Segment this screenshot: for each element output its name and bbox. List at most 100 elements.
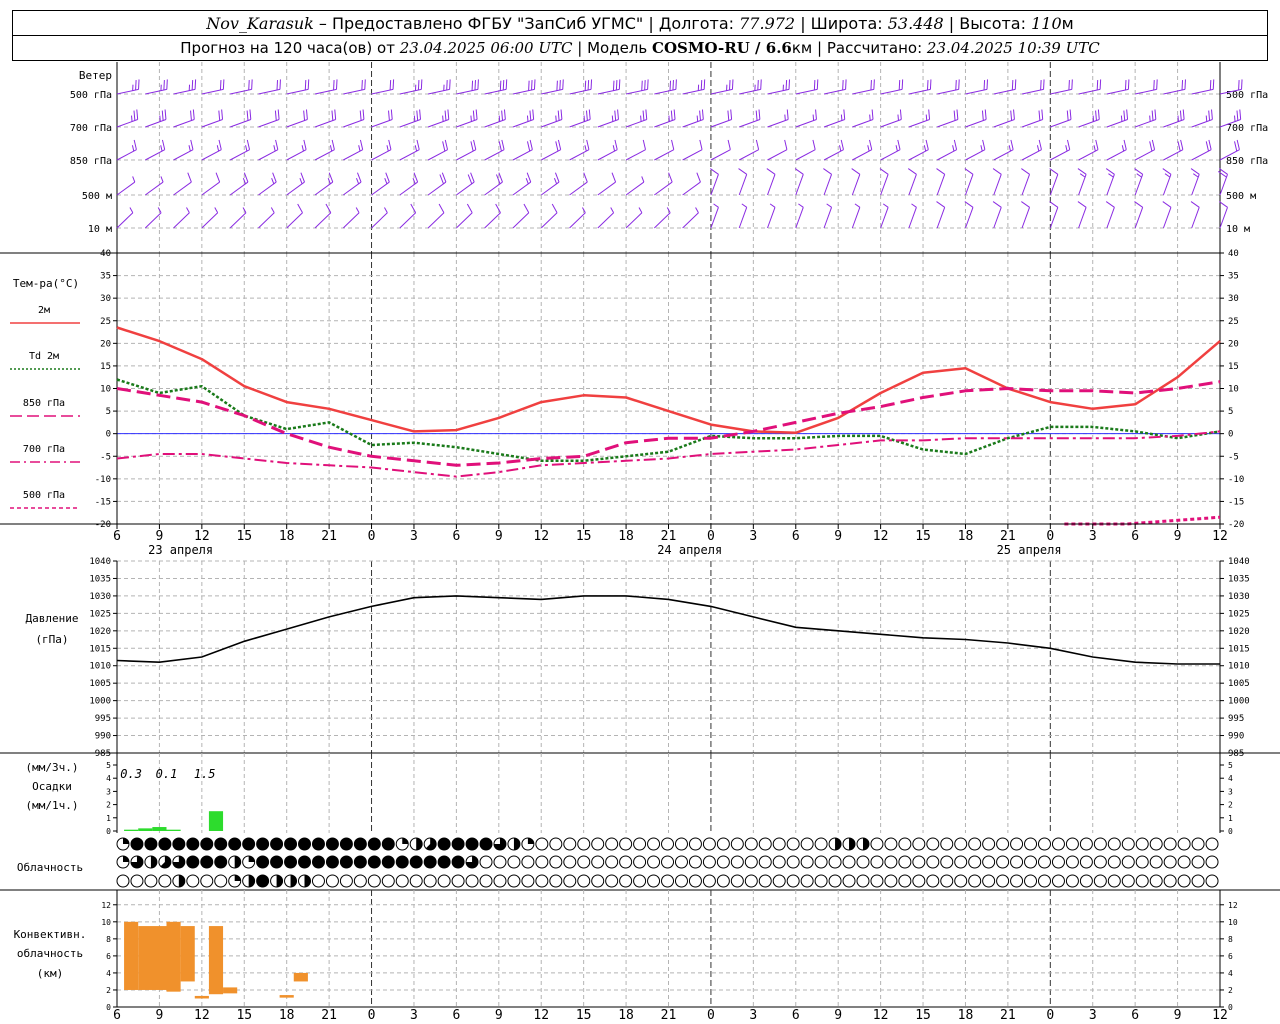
barb-flag <box>870 80 872 91</box>
cloud-fill <box>214 838 227 850</box>
barb-flag <box>1095 110 1097 121</box>
wind-barb <box>116 207 134 229</box>
barb-flag <box>272 172 277 183</box>
wind-barb <box>739 109 761 128</box>
barb-shaft <box>993 174 1002 196</box>
cloud-symbol <box>311 874 325 888</box>
barb-shaft <box>1021 149 1042 161</box>
barb-flag <box>1071 79 1073 90</box>
x-hour-label: 15 <box>915 529 931 544</box>
barb-flag <box>1238 80 1240 91</box>
barb-shaft <box>795 174 804 196</box>
y-tick-label-right: 30 <box>1228 294 1239 304</box>
barb-flag <box>588 109 591 120</box>
cloud-circle <box>884 837 898 851</box>
x-hour-label: 12 <box>1212 529 1228 544</box>
wind-barb <box>258 79 281 95</box>
cloud-circle <box>661 874 675 888</box>
cloud-symbol <box>311 855 325 869</box>
wind-barb <box>343 109 365 128</box>
cloud-symbol <box>1065 874 1079 888</box>
cloud-fill <box>354 856 367 868</box>
cloud-circle <box>479 855 493 869</box>
barb-flag <box>1156 79 1158 90</box>
cloud-symbol <box>130 874 144 888</box>
cloud-circle <box>130 874 144 888</box>
barb-flag <box>1241 79 1243 90</box>
cloud-symbol <box>926 874 940 888</box>
barb-shaft <box>512 88 535 95</box>
barb-flag <box>854 203 861 208</box>
barb-shaft <box>880 174 889 196</box>
cloud-symbol <box>968 837 982 851</box>
barb-flag <box>131 145 135 152</box>
cloud-symbol <box>772 837 786 851</box>
barb-shaft <box>229 149 250 161</box>
cloud-symbol <box>884 855 898 869</box>
wind-barb <box>964 168 974 196</box>
barb-flag <box>642 110 645 121</box>
wind-barb <box>173 172 192 196</box>
barb-shaft <box>710 149 731 161</box>
barb-flag <box>873 79 875 90</box>
barb-flag <box>385 172 390 183</box>
barb-flag <box>1021 201 1030 208</box>
barb-flag <box>274 110 277 121</box>
barb-shaft <box>767 88 790 95</box>
barb-flag <box>215 172 221 183</box>
wind-barb <box>569 79 593 95</box>
wind-barb <box>1134 168 1144 196</box>
x-hour-label-bottom: 6 <box>113 1008 121 1023</box>
barb-shaft <box>936 149 957 161</box>
wind-barb <box>965 139 986 161</box>
barb-flag <box>135 80 137 91</box>
cloud-circle <box>702 837 716 851</box>
wind-barb <box>229 139 251 161</box>
barb-flag <box>392 79 395 90</box>
temp-series-line <box>1064 515 1221 526</box>
barb-flag <box>331 139 335 150</box>
convective-bar <box>279 995 294 998</box>
barb-flag <box>187 172 192 183</box>
cloud-circle <box>1010 874 1024 888</box>
barb-flag <box>384 207 388 213</box>
cloud-symbol <box>898 874 912 888</box>
wind-barb <box>371 139 392 161</box>
barb-flag <box>670 110 673 121</box>
wind-barb <box>597 79 621 95</box>
barb-flag <box>816 79 819 90</box>
barb-flag <box>926 80 929 91</box>
cloud-circle <box>1093 837 1107 851</box>
y-tick-label-right: 40 <box>1228 249 1239 259</box>
cloud-symbol <box>367 874 381 888</box>
y-tick-label-right: 4 <box>1228 774 1233 783</box>
cloud-symbol <box>437 837 451 851</box>
wind-barb <box>1077 201 1087 229</box>
legend-label: 2м <box>38 305 50 316</box>
barb-flag <box>1011 80 1014 91</box>
wind-barb <box>597 109 619 128</box>
x-hour-label: 18 <box>618 529 634 544</box>
barb-shaft <box>1191 119 1213 128</box>
convective-bar <box>180 926 195 982</box>
cloud-circle <box>367 874 381 888</box>
precip-bar <box>208 811 224 831</box>
wind-barb <box>1106 109 1129 128</box>
cloud-symbol <box>311 837 325 851</box>
wind-barb <box>965 79 989 95</box>
barb-flag <box>869 139 873 150</box>
x-hour-label: 21 <box>1000 529 1016 544</box>
cloud-symbol <box>702 874 716 888</box>
wind-barb <box>965 109 987 128</box>
x-hour-label-bottom: 9 <box>495 1008 503 1023</box>
barb-flag <box>1234 141 1238 152</box>
cloud-symbol <box>1051 855 1065 869</box>
barb-shaft <box>484 149 505 161</box>
barb-flag <box>1121 145 1125 152</box>
barb-flag <box>618 79 621 90</box>
barb-flag <box>1049 168 1059 175</box>
barb-flag <box>192 109 195 120</box>
cloud-symbol <box>395 855 409 869</box>
barb-flag <box>559 80 561 91</box>
cloud-symbol <box>1051 874 1065 888</box>
